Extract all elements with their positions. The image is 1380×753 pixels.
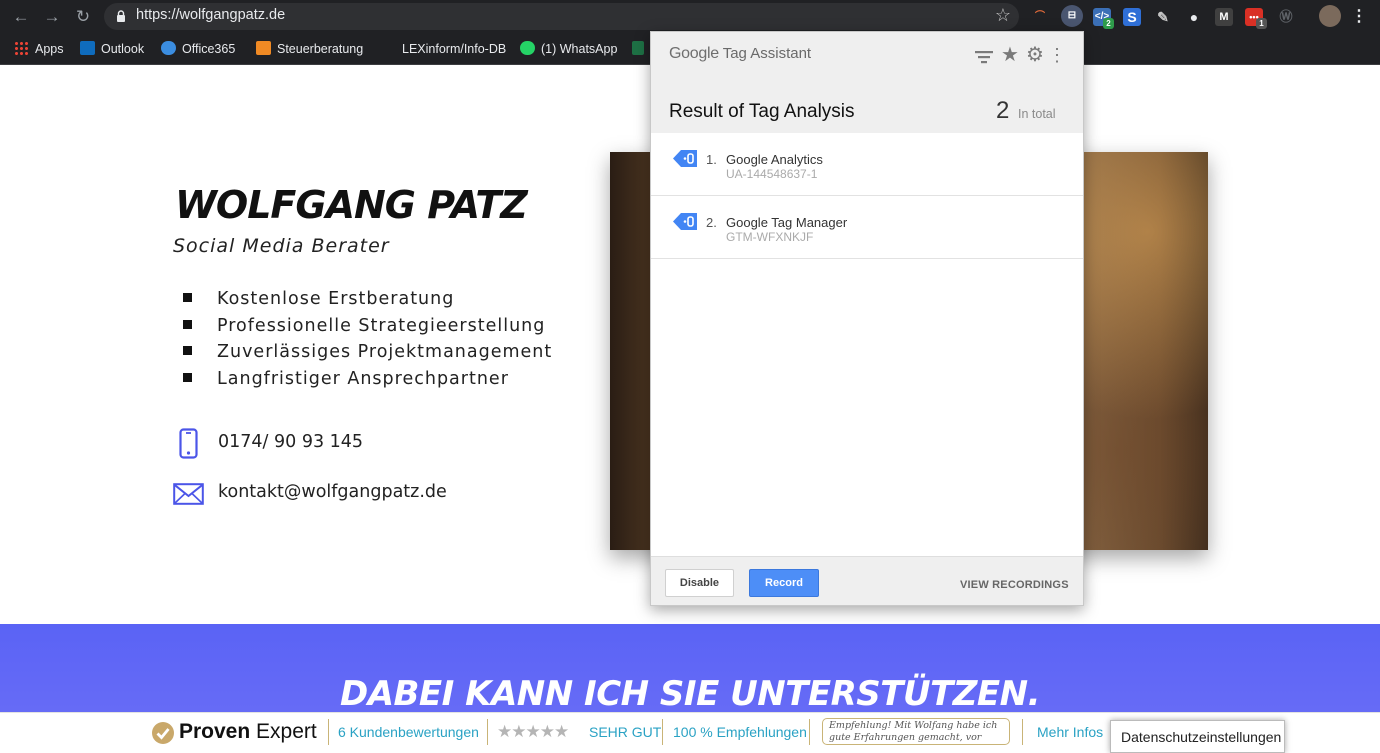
privacy-settings-button[interactable]: Datenschutzeinstellungen (1110, 720, 1285, 753)
outlook-icon (80, 41, 95, 55)
whatsapp-icon (520, 41, 535, 55)
s-extension-icon[interactable]: S (1123, 8, 1141, 26)
recommendation-rate: 100 % Empfehlungen (673, 724, 807, 740)
tag-assistant-header: Google Tag Assistant ★ ⚙ ⋮ Result of Tag… (651, 32, 1083, 133)
banner-title: DABEI KANN ICH SIE UNTERSTÜTZEN. (339, 674, 1041, 714)
bookmark-apps[interactable]: Apps (14, 40, 64, 58)
review-count: 6 Kundenbewertungen (338, 724, 479, 740)
disable-button[interactable]: Disable (665, 569, 734, 597)
browser-toolbar: ← → ↻ https://wolfgangpatz.de ☆ ⌒ ⊟ </> … (0, 0, 1380, 33)
tag-icon (673, 150, 697, 167)
view-recordings-link[interactable]: VIEW RECORDINGS (960, 579, 1069, 591)
forward-arrow-icon[interactable]: → (41, 6, 63, 28)
bookmark-outlook[interactable]: Outlook (80, 40, 144, 58)
separator (328, 719, 329, 745)
tag-name: Google Analytics (726, 152, 823, 167)
tag-number: 2. (706, 215, 717, 230)
bullet-square-icon (183, 372, 192, 382)
list-item: Langfristiger Ansprechpartner (183, 369, 552, 396)
filter-icon[interactable] (975, 50, 993, 64)
list-item: Kostenlose Erstberatung (183, 289, 552, 316)
rating-label: SEHR GUT (589, 724, 662, 740)
extension-badge: 2 (1103, 18, 1114, 29)
gear-icon[interactable]: ⚙ (1024, 44, 1046, 66)
bookmark-office365[interactable]: Office365 (161, 40, 235, 58)
lock-icon (117, 10, 125, 22)
profile-avatar[interactable] (1319, 5, 1341, 27)
bookmark-excel[interactable] (632, 40, 650, 58)
cloud-icon (161, 41, 176, 55)
tag-number: 1. (706, 152, 717, 167)
result-title: Result of Tag Analysis (669, 101, 855, 122)
tag-name: Google Tag Manager (726, 215, 848, 230)
puzzle-extension-icon[interactable]: ● (1185, 8, 1203, 26)
separator (1022, 719, 1023, 745)
address-bar[interactable]: https://wolfgangpatz.de ☆ (104, 3, 1019, 30)
extension-graph-icon[interactable]: ⌒ (1031, 8, 1049, 26)
apps-grid-icon (14, 41, 29, 55)
proven-expert-check-icon (152, 722, 174, 744)
tag-assistant-popup: Google Tag Assistant ★ ⚙ ⋮ Result of Tag… (650, 31, 1084, 606)
chrome-menu-icon[interactable]: ⋮ (1350, 8, 1368, 26)
phone-number[interactable]: 0174/ 90 93 145 (218, 432, 363, 452)
tag-assistant-extension-icon[interactable]: ⊟ (1061, 5, 1083, 27)
list-item: Professionelle Strategieerstellung (183, 316, 552, 343)
bookmark-lexinform[interactable]: LEXinform/Info-DB (402, 40, 506, 58)
page-subtitle: Social Media Berater (173, 235, 390, 257)
record-button[interactable]: Record (749, 569, 819, 597)
separator (662, 719, 663, 745)
tag-id: GTM-WFXNKJF (726, 230, 814, 244)
reload-icon[interactable]: ↻ (72, 6, 94, 28)
excel-icon (632, 41, 644, 55)
extension-badge: 1 (1256, 18, 1267, 29)
tag-row-google-analytics[interactable]: 1. Google Analytics UA-144548637-1 (651, 133, 1083, 196)
bookmark-star-icon[interactable]: ☆ (995, 5, 1011, 26)
url-text: https://wolfgangpatz.de (136, 7, 286, 23)
total-count: 2 (996, 97, 1010, 124)
bullet-square-icon (183, 293, 192, 302)
proven-expert-logo: Proven Expert (179, 720, 317, 743)
feature-list: Kostenlose Erstberatung Professionelle S… (183, 289, 552, 395)
folder-orange-icon (256, 41, 271, 55)
wordpress-extension-icon[interactable]: Ⓦ (1277, 8, 1295, 26)
email-address[interactable]: kontakt@wolfgangpatz.de (218, 482, 447, 502)
page-title: WOLFGANG PATZ (175, 183, 528, 227)
separator (809, 719, 810, 745)
pen-extension-icon[interactable]: ✎ (1154, 8, 1172, 26)
list-item: Zuverlässiges Projektmanagement (183, 342, 552, 369)
star-icon[interactable]: ★ (999, 44, 1021, 66)
rating-stars-icon: ★★★★★ (497, 722, 569, 741)
separator (487, 719, 488, 745)
bullet-square-icon (183, 319, 192, 329)
more-info-link[interactable]: Mehr Infos (1037, 724, 1103, 740)
more-vert-icon[interactable]: ⋮ (1048, 44, 1066, 66)
mail-icon (173, 483, 204, 505)
tag-row-google-tag-manager[interactable]: 2. Google Tag Manager GTM-WFXNKJF (651, 196, 1083, 259)
tag-id: UA-144548637-1 (726, 167, 818, 181)
total-label: In total (1018, 107, 1056, 121)
m-extension-icon[interactable]: M (1215, 8, 1233, 26)
tag-icon (673, 213, 697, 230)
bullet-square-icon (183, 346, 192, 355)
back-arrow-icon[interactable]: ← (10, 6, 32, 28)
bookmark-steuerberatung[interactable]: Steuerberatung (256, 40, 363, 58)
phone-icon (179, 428, 198, 459)
tag-assistant-footer: Disable Record VIEW RECORDINGS (651, 556, 1083, 605)
tag-assistant-logo: Google Tag Assistant (669, 45, 812, 62)
review-quote: Empfehlung! Mit Wolfang habe ich gute Er… (822, 718, 1010, 745)
bookmark-whatsapp[interactable]: (1) WhatsApp (520, 40, 617, 58)
